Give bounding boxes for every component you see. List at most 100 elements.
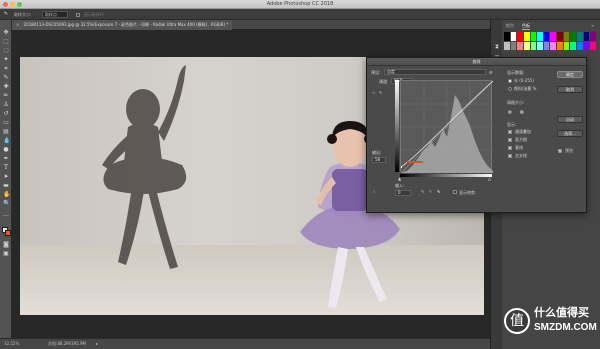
marquee-tool-icon[interactable]: ⬚ <box>3 39 9 45</box>
swatch[interactable] <box>577 41 583 50</box>
histogram-label: 直方图 <box>515 137 527 142</box>
quick-select-tool-icon[interactable]: ✦ <box>3 57 9 63</box>
crop-tool-icon[interactable]: ⌗ <box>3 66 9 72</box>
edit-toolbar-icon[interactable]: … <box>3 212 9 218</box>
rectangle-tool-icon[interactable]: ▬ <box>3 183 9 189</box>
move-tool-icon[interactable]: ✥ <box>3 30 9 36</box>
brush-tool-icon[interactable]: ✏ <box>3 93 9 99</box>
window-title-bar: Adobe Photoshop CC 2018 <box>0 0 600 9</box>
healing-tool-icon[interactable]: ✚ <box>3 84 9 90</box>
document-tab[interactable]: ✕ 20180113-DSC05093.jpg @ 32.5%(Exposure… <box>12 20 233 30</box>
swatch[interactable] <box>517 32 523 41</box>
histogram-checkbox[interactable]: ✓ <box>508 138 512 142</box>
clone-stamp-tool-icon[interactable]: ♙ <box>3 102 9 108</box>
sample-size-select[interactable]: 取样点 <box>42 11 68 18</box>
tab-swatches[interactable]: 色板 <box>522 23 530 30</box>
hand-tool-icon[interactable]: ✋ <box>3 192 10 198</box>
cancel-button[interactable]: 取消 <box>557 86 583 93</box>
baseline-checkbox[interactable]: ✓ <box>508 146 512 150</box>
channel-overlays-checkbox[interactable]: ✓ <box>508 130 512 134</box>
auto-button[interactable]: 自动 <box>557 116 583 123</box>
swatch[interactable] <box>590 32 596 41</box>
output-label: 输出: <box>372 150 382 155</box>
swatch[interactable] <box>590 41 596 50</box>
light-radio[interactable] <box>508 79 512 83</box>
black-eyedropper-icon[interactable]: ✎ <box>421 189 424 194</box>
preset-select[interactable]: 自定 <box>384 69 486 75</box>
swatch[interactable] <box>537 32 543 41</box>
path-select-tool-icon[interactable]: ➤ <box>3 174 9 180</box>
ok-button[interactable]: 确定 <box>557 71 583 78</box>
swatch[interactable] <box>583 41 590 50</box>
swatch[interactable] <box>563 41 570 50</box>
options-button[interactable]: 选项... <box>557 130 583 137</box>
baseline-label: 基线 <box>515 145 523 150</box>
swatch[interactable] <box>537 41 543 50</box>
grid-detailed-icon[interactable]: ▩ <box>520 109 524 114</box>
grid-simple-icon[interactable]: ▦ <box>508 109 512 114</box>
pen-tool-icon[interactable]: ✒ <box>3 156 9 162</box>
history-brush-tool-icon[interactable]: ↺ <box>3 111 9 117</box>
swatch[interactable] <box>530 32 537 41</box>
swatch[interactable] <box>517 41 523 50</box>
pigment-radio[interactable] <box>508 87 512 91</box>
screen-mode-icon[interactable]: ▣ <box>3 251 9 257</box>
gradient-tool-icon[interactable]: ▤ <box>3 129 9 135</box>
target-adjust-icon[interactable]: ☝ <box>373 189 375 194</box>
grid-size-title: 网格大小: <box>507 100 525 105</box>
curve-graph[interactable] <box>400 80 493 173</box>
panel-menu-icon[interactable]: ≡ <box>591 23 594 28</box>
tools-panel: ✥ ⬚ ◌ ✦ ⌗ ✎ ✚ ✏ ♙ ↺ ▭ ▤ 💧 ● ✒ T ➤ ▬ ✋ 🔍 … <box>0 20 12 338</box>
eraser-tool-icon[interactable]: ▭ <box>3 120 9 126</box>
show-sampling-ring-checkbox[interactable] <box>76 13 80 17</box>
status-arrow-icon[interactable]: ▸ <box>96 341 98 346</box>
preset-options-icon[interactable]: ⚙ <box>489 70 493 75</box>
history-panel-icon[interactable]: ⧗ <box>494 44 500 50</box>
smzdm-watermark: 值 什么值得买 SMZDM.COM <box>504 300 597 346</box>
quick-mask-icon[interactable]: ◙ <box>3 242 9 248</box>
swatch[interactable] <box>557 32 563 41</box>
curve-control-point <box>401 165 403 169</box>
dodge-tool-icon[interactable]: ● <box>3 147 9 153</box>
intersection-checkbox[interactable]: ✓ <box>508 154 512 158</box>
swatch[interactable] <box>543 32 550 41</box>
swatch[interactable] <box>530 41 537 50</box>
tab-close-icon[interactable]: ✕ <box>16 22 19 27</box>
eyedropper-tool-icon[interactable]: ✎ <box>3 75 9 81</box>
swatch[interactable] <box>557 41 563 50</box>
swatch[interactable] <box>550 32 557 41</box>
swatch[interactable] <box>510 32 517 41</box>
swatch[interactable] <box>523 32 530 41</box>
output-field[interactable]: 58 <box>372 157 386 163</box>
preview-checkbox[interactable]: ✓ <box>558 149 562 153</box>
swatch[interactable] <box>504 32 510 41</box>
swatch[interactable] <box>570 32 577 41</box>
white-eyedropper-icon[interactable]: ✎ <box>437 189 440 194</box>
swatch[interactable] <box>510 41 517 50</box>
zoom-level[interactable]: 32.52% <box>4 341 19 346</box>
sample-size-label: 取样大小: <box>14 12 32 17</box>
white-point-slider-icon[interactable]: △ <box>488 176 491 181</box>
eyedropper-icon[interactable]: ✎ <box>3 11 9 17</box>
zoom-tool-icon[interactable]: 🔍 <box>3 201 10 207</box>
swatch[interactable] <box>583 32 590 41</box>
swatch[interactable] <box>563 32 570 41</box>
input-field[interactable]: 0 <box>395 190 411 196</box>
swatch[interactable] <box>577 32 583 41</box>
black-point-slider-icon[interactable]: ▲ <box>398 176 401 181</box>
status-bar: 32.52% 文档:88.2M/395.9M ▸ <box>0 338 490 349</box>
curve-draw-pencil-icon[interactable]: ✎ <box>379 90 382 95</box>
background-color-swatch[interactable] <box>5 230 11 236</box>
swatch[interactable] <box>550 41 557 50</box>
type-tool-icon[interactable]: T <box>3 165 9 171</box>
gray-eyedropper-icon[interactable]: ✎ <box>429 189 432 194</box>
blur-tool-icon[interactable]: 💧 <box>3 138 10 144</box>
swatch[interactable] <box>504 41 510 50</box>
curve-edit-points-icon[interactable]: ∿ <box>372 90 375 95</box>
tab-color[interactable]: 颜色 <box>506 23 514 29</box>
swatch[interactable] <box>523 41 530 50</box>
lasso-tool-icon[interactable]: ◌ <box>3 48 9 54</box>
show-clipping-checkbox[interactable] <box>453 190 457 194</box>
swatch[interactable] <box>543 41 550 50</box>
swatch[interactable] <box>570 41 577 50</box>
